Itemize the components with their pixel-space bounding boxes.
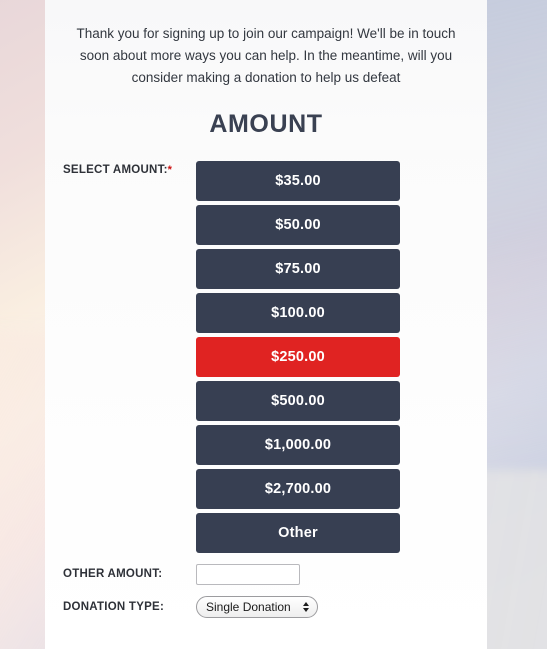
- select-amount-label-text: SELECT AMOUNT:: [63, 163, 168, 176]
- donation-type-row: DONATION TYPE: Single DonationMonthly Do…: [63, 595, 487, 618]
- amount-option-2700[interactable]: $2,700.00: [196, 468, 400, 509]
- amount-option-100[interactable]: $100.00: [196, 292, 400, 333]
- amount-option-1000[interactable]: $1,000.00: [196, 424, 400, 465]
- amount-option-list: $35.00 $50.00 $75.00 $100.00 $250.00 $50…: [196, 160, 400, 553]
- other-amount-label: OTHER AMOUNT:: [63, 568, 163, 580]
- select-amount-row: SELECT AMOUNT:* $35.00 $50.00 $75.00 $10…: [63, 160, 487, 553]
- required-asterisk: *: [167, 163, 173, 176]
- amount-option-50[interactable]: $50.00: [196, 204, 400, 245]
- donation-type-select-wrap: Single DonationMonthly Donation: [196, 595, 318, 618]
- other-amount-row: OTHER AMOUNT:: [63, 563, 487, 585]
- amount-option-75[interactable]: $75.00: [196, 248, 400, 289]
- other-amount-input[interactable]: [196, 563, 300, 585]
- donation-form: SELECT AMOUNT:* $35.00 $50.00 $75.00 $10…: [45, 160, 487, 618]
- donation-type-select[interactable]: Single DonationMonthly Donation: [196, 595, 318, 618]
- amount-option-250-selected[interactable]: $250.00: [196, 336, 400, 377]
- select-amount-label: SELECT AMOUNT:*: [63, 161, 196, 176]
- page-title: AMOUNT: [209, 109, 323, 138]
- donation-panel: Thank you for signing up to join our cam…: [45, 0, 487, 649]
- amount-option-500[interactable]: $500.00: [196, 380, 400, 421]
- amount-option-35[interactable]: $35.00: [196, 160, 400, 201]
- intro-paragraph: Thank you for signing up to join our cam…: [76, 25, 456, 85]
- donation-type-label: DONATION TYPE:: [63, 600, 165, 613]
- amount-option-other[interactable]: Other: [196, 512, 400, 553]
